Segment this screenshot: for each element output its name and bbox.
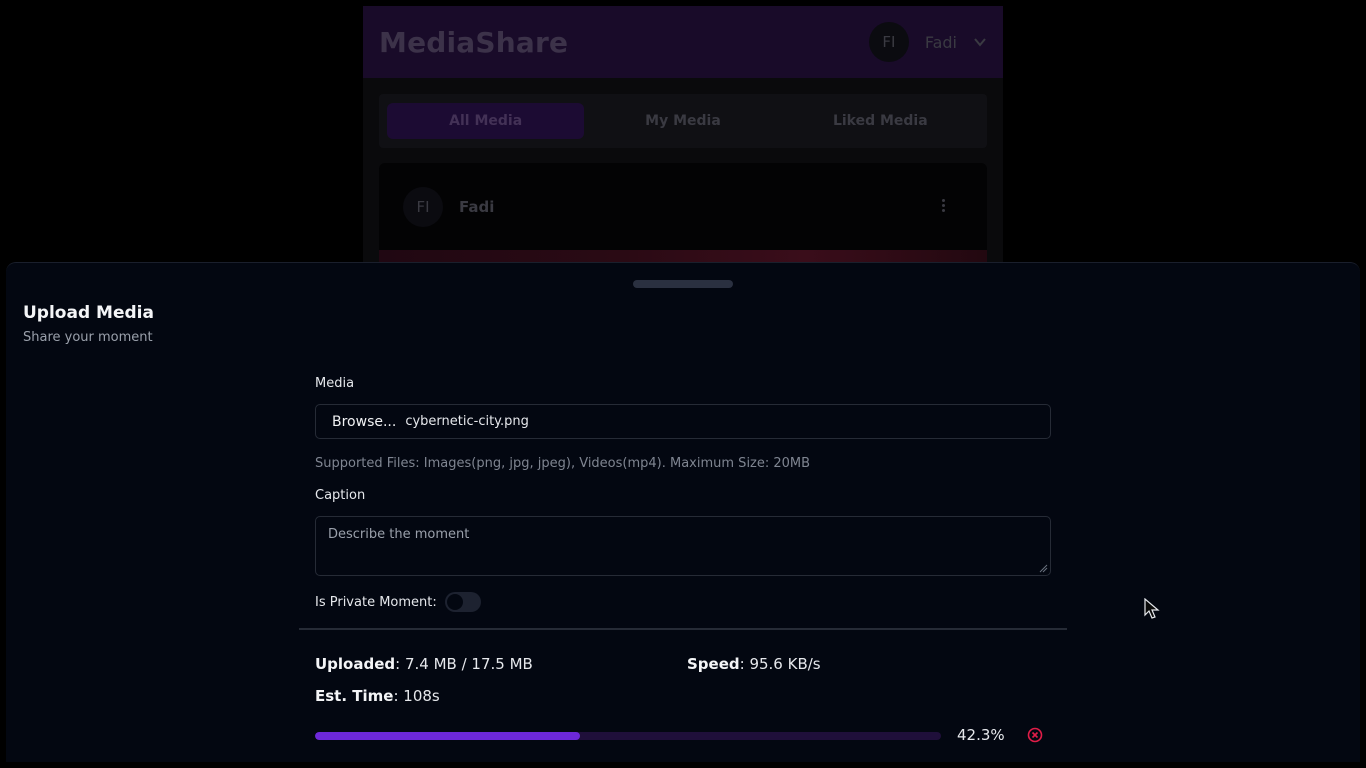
speed-value: : 95.6 KB/s — [739, 655, 821, 673]
private-toggle[interactable] — [444, 592, 481, 612]
user-menu[interactable]: FI Fadi — [868, 22, 987, 62]
sheet-drag-handle[interactable] — [633, 280, 733, 288]
post-user-name[interactable]: Fadi — [459, 198, 494, 216]
chevron-down-icon[interactable] — [973, 35, 987, 49]
divider — [299, 628, 1067, 630]
upload-progress-fill — [315, 732, 580, 740]
private-label: Is Private Moment: — [315, 594, 437, 610]
speed-stat: Speed: 95.6 KB/s — [687, 655, 821, 673]
upload-sheet: Upload Media Share your moment Media Bro… — [6, 262, 1360, 762]
caption-textarea[interactable]: Describe the moment — [315, 516, 1051, 576]
avatar[interactable]: FI — [868, 22, 909, 62]
media-label: Media — [315, 376, 355, 391]
brand-title: MediaShare — [379, 25, 569, 59]
est-time-value: : 108s — [393, 687, 440, 705]
post-avatar[interactable]: FI — [403, 187, 443, 227]
uploaded-stat: Uploaded: 7.4 MB / 17.5 MB — [315, 655, 533, 673]
uploaded-value: : 7.4 MB / 17.5 MB — [395, 655, 533, 673]
speed-label: Speed — [687, 655, 740, 673]
browse-button[interactable]: Browse... — [332, 414, 396, 430]
media-tabs: All Media My Media Liked Media — [379, 94, 987, 148]
supported-files-help: Supported Files: Images(png, jpg, jpeg),… — [315, 456, 811, 471]
cancel-circle-icon[interactable] — [1027, 727, 1043, 743]
private-toggle-row: Is Private Moment: — [315, 592, 481, 612]
background-app: MediaShare FI Fadi All Media My Media Li… — [363, 6, 1003, 306]
caption-placeholder: Describe the moment — [328, 527, 470, 542]
upload-progress-bar — [315, 732, 941, 740]
user-name[interactable]: Fadi — [925, 33, 957, 52]
more-vertical-icon[interactable] — [935, 197, 951, 217]
tab-all-media[interactable]: All Media — [387, 103, 585, 139]
progress-percent: 42.3% — [957, 726, 1005, 744]
est-time-stat: Est. Time: 108s — [315, 687, 440, 705]
resize-handle-icon[interactable] — [1039, 564, 1048, 573]
mouse-cursor-icon — [1144, 598, 1160, 619]
media-file-input[interactable]: Browse... cybernetic-city.png — [315, 404, 1051, 439]
est-time-label: Est. Time — [315, 687, 394, 705]
screen: MediaShare FI Fadi All Media My Media Li… — [6, 6, 1360, 762]
toggle-knob — [446, 594, 463, 610]
caption-label: Caption — [315, 488, 366, 503]
app-header: MediaShare FI Fadi — [363, 6, 1003, 78]
sheet-subtitle: Share your moment — [23, 330, 153, 345]
sheet-title: Upload Media — [23, 303, 154, 323]
selected-file-name: cybernetic-city.png — [405, 414, 529, 429]
tab-my-media[interactable]: My Media — [584, 103, 781, 139]
uploaded-label: Uploaded — [315, 655, 396, 673]
tab-liked-media[interactable]: Liked Media — [782, 103, 979, 139]
